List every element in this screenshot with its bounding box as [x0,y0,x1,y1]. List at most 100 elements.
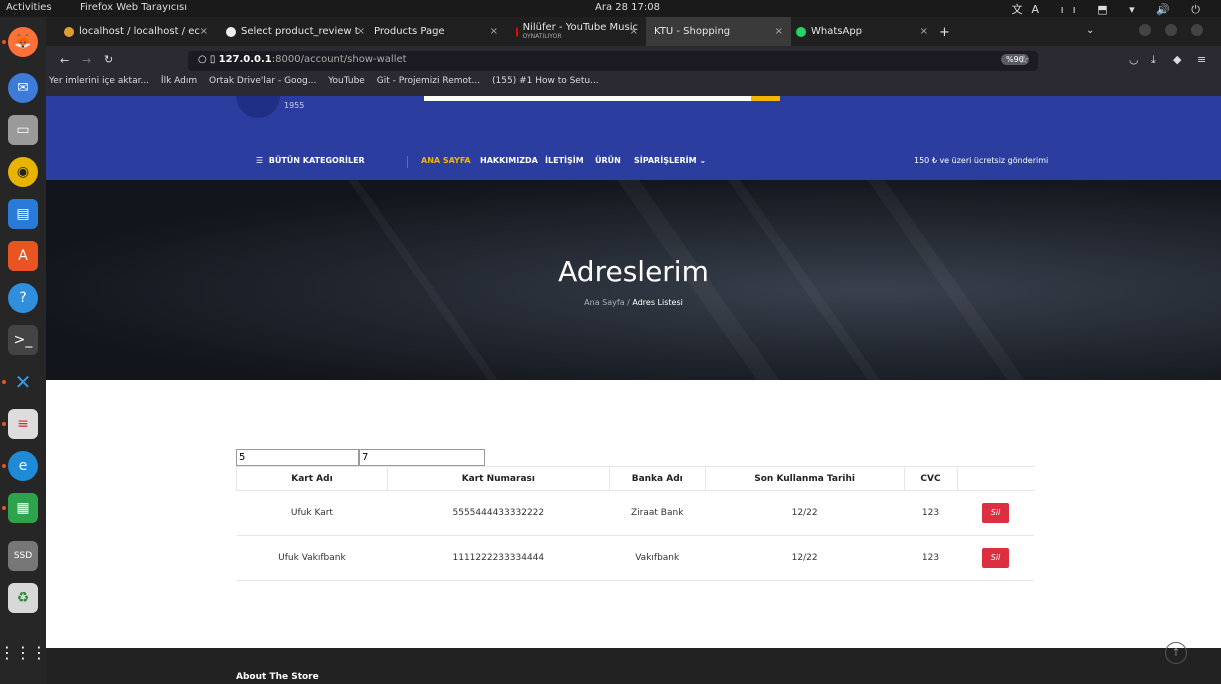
browser-window: localhost / localhost / ec × Select produ… [46,17,1221,684]
categories-menu[interactable]: ☰ BÜTÜN KATEGORİLER [256,156,365,165]
search-button[interactable] [751,96,780,101]
tab-select-product-review[interactable]: Select product_review t × [218,17,373,46]
close-icon[interactable]: × [357,26,365,37]
system-top-bar: Activities Firefox Web Tarayıcısı Ara 28… [0,0,1221,17]
bookmark-first-steps[interactable]: İlk Adım [161,76,197,86]
scroll-to-top-button[interactable]: ↑ [1165,642,1187,664]
tab-bar: localhost / localhost / ec × Select produ… [46,17,1221,46]
url-host: 127.0.0.1 [218,54,272,65]
vscode-icon[interactable]: ✕ [8,367,38,397]
tab-youtube-music[interactable]: Nilüfer - YouTube Music OYNATILIYOR × [508,17,646,46]
header-card-number: Kart Numarası [386,466,610,491]
close-icon[interactable]: × [630,26,638,37]
bank-name-cell: Vakıfbank [609,535,706,581]
delete-button[interactable]: Sil [982,503,1009,523]
forward-icon[interactable]: → [82,54,91,67]
close-icon[interactable]: × [200,26,208,37]
delete-button[interactable]: Sil [982,548,1009,568]
nav-contact[interactable]: İLETİŞİM [545,156,584,165]
page-hero: Adreslerim Ana Sayfa / Adres Listesi [46,180,1221,380]
nav-home[interactable]: ANA SAYFA [421,156,471,165]
youtube-music-icon [516,26,518,37]
activities-button[interactable]: Activities [6,2,52,13]
nav-about[interactable]: HAKKIMIZDA [480,156,538,165]
trash-icon[interactable]: ♻ [8,583,38,613]
card-name-cell: Ufuk Kart [236,490,388,536]
first-input[interactable] [236,449,359,466]
bookmark-star-icon[interactable]: ☆ [1019,53,1029,66]
site-header: 1955 ☰ BÜTÜN KATEGORİLER ANA SAYFA HAKKI… [46,96,1221,180]
bookmarks-bar: Yer imlerini içe aktar... İlk Adım Ortak… [46,76,1221,96]
bank-name-cell: Ziraat Bank [609,490,706,536]
tab-list-button[interactable]: ⌄ [1086,25,1094,36]
wallet-table: Kart Adı Kart Numarası Banka Adı Son Kul… [236,466,1034,581]
tab-ktu-shopping[interactable]: KTU - Shopping × [646,17,791,46]
writer-icon[interactable]: ▤ [8,199,38,229]
close-window-icon[interactable] [1191,24,1203,36]
back-icon[interactable]: ← [60,54,69,67]
site-logo[interactable] [236,96,280,118]
breadcrumb-current: Adres Listesi [632,298,683,307]
app-menu[interactable]: Firefox Web Tarayıcısı [80,2,187,13]
shield-icon: ○ [198,54,207,65]
calc-icon[interactable]: ▦ [8,493,38,523]
site-footer: About The Store [46,648,1221,684]
cvc-cell: 123 [904,535,957,581]
shipping-note: 150 ₺ ve üzeri ücretsiz gönderimi [914,156,1049,165]
menu-icon[interactable]: ≡ [1197,53,1206,66]
terminal-icon[interactable]: >_ [8,325,38,355]
bookmark-shared-drives[interactable]: Ortak Drive'lar - Goog... [209,76,316,86]
clock[interactable]: Ara 28 17:08 [595,2,660,13]
dock: 🦊 ✉ ▭ ◉ ▤ A ? >_ ✕ ≡ e ▦ SSD ♻ ⋮⋮⋮ [0,17,47,684]
close-icon[interactable]: × [490,26,498,37]
header-cvc: CVC [903,466,958,491]
close-icon[interactable]: × [775,26,783,37]
close-icon[interactable]: × [920,26,928,37]
url-bar[interactable]: ○ ▯ 127.0.0.1:8000/account/show-wallet [188,51,1038,71]
search-input[interactable] [424,96,780,101]
files-icon[interactable]: ▭ [8,115,38,145]
expiry-cell: 12/22 [705,535,905,581]
new-tab-button[interactable]: + [939,25,950,40]
breadcrumb-home[interactable]: Ana Sayfa [584,298,624,307]
logo-year: 1955 [284,101,305,110]
whatsapp-icon [796,26,806,37]
nav-orders[interactable]: SİPARİŞLERİM ⌄ [634,156,706,165]
thunderbird-icon[interactable]: ✉ [8,73,38,103]
help-icon[interactable]: ? [8,283,38,313]
second-input[interactable] [359,449,485,466]
maximize-icon[interactable] [1165,24,1177,36]
drive-icon[interactable]: SSD [8,541,38,571]
footer-about-heading: About The Store [236,672,319,682]
phpmyadmin-icon [64,26,74,37]
software-icon[interactable]: A [8,241,38,271]
firefox-icon[interactable]: 🦊 [8,27,38,57]
extensions-icon[interactable]: ◆ [1173,53,1181,66]
card-number-cell: 5555444433332222 [387,490,610,536]
bookmark-how-to-setup[interactable]: (155) #1 How to Setu... [492,76,599,86]
bookmark-import[interactable]: Yer imlerini içe aktar... [49,76,149,86]
tab-products-page[interactable]: Products Page × [366,17,506,46]
reload-icon[interactable]: ↻ [104,53,113,66]
table-row: Ufuk Kart 5555444433332222 Ziraat Bank 1… [236,490,1034,536]
apps-grid-icon[interactable]: ⋮⋮⋮ [0,637,47,667]
nav-product[interactable]: ÜRÜN [595,156,621,165]
tab-whatsapp[interactable]: WhatsApp × [788,17,936,46]
rhythmbox-icon[interactable]: ◉ [8,157,38,187]
table-row: Ufuk Vakıfbank 1111222233334444 Vakıfban… [236,535,1034,581]
url-path: :8000/account/show-wallet [271,54,407,65]
text-editor-icon[interactable]: ≡ [8,409,38,439]
edge-icon[interactable]: e [8,451,38,481]
breadcrumb: Ana Sayfa / Adres Listesi [584,298,683,307]
minimize-icon[interactable] [1139,24,1151,36]
tab-site-icon [226,26,236,37]
pocket-icon[interactable]: ◡ [1129,53,1139,66]
navigation-toolbar: ← → ↻ ○ ▯ 127.0.0.1:8000/account/show-wa… [46,46,1221,76]
system-tray[interactable]: 文A ıı ⬒ ▾ 🔊 ⏻ [1012,1,1209,17]
expiry-cell: 12/22 [705,490,905,536]
download-icon[interactable]: ⤓ [1151,53,1156,67]
bookmark-youtube[interactable]: YouTube [328,76,365,86]
tab-localhost[interactable]: localhost / localhost / ec × [56,17,216,46]
web-page: 1955 ☰ BÜTÜN KATEGORİLER ANA SAYFA HAKKI… [46,96,1221,684]
bookmark-git[interactable]: Git - Projemizi Remot... [377,76,480,86]
